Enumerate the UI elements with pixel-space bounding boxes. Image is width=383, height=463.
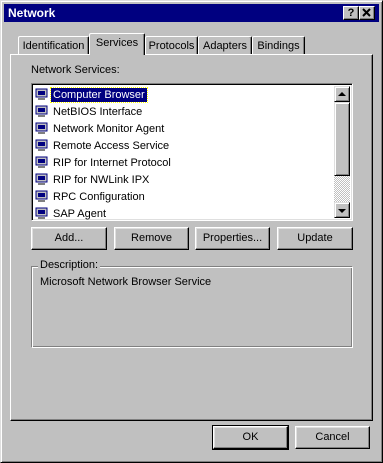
tab-services[interactable]: Services [89,33,145,55]
list-item[interactable]: RPC Configuration [35,189,335,205]
list-item[interactable]: RIP for Internet Protocol [35,155,335,171]
tab-bindings[interactable]: Bindings [252,36,305,55]
network-service-icon [35,173,48,185]
description-group: Description: Microsoft Network Browser S… [31,259,353,348]
network-service-icon [35,88,48,100]
list-item[interactable]: Remote Access Service [35,138,335,154]
add-button[interactable]: Add... [31,227,107,250]
scroll-down-button[interactable] [334,202,350,218]
list-item[interactable]: Computer Browser [35,87,335,103]
remove-button[interactable]: Remove [114,227,189,250]
title-bar[interactable]: Network ? [4,4,379,22]
network-service-icon [35,122,48,134]
network-service-icon [35,105,48,117]
list-item-label: NetBIOS Interface [53,106,143,118]
list-item-label: Remote Access Service [53,140,170,152]
description-legend: Description: [38,259,101,271]
ok-button[interactable]: OK [212,425,289,450]
network-services-list[interactable]: Computer Browser NetBIOS Interface Netwo… [31,83,353,221]
properties-button[interactable]: Properties... [195,227,270,250]
arrow-up-icon [338,92,346,96]
network-service-icon [35,190,48,202]
network-service-icon [35,156,48,168]
cancel-button[interactable]: Cancel [295,426,370,449]
network-service-icon [35,139,48,151]
list-item[interactable]: RIP for NWLink IPX [35,172,335,188]
network-service-icon [35,207,48,219]
close-button[interactable] [359,6,375,20]
tab-protocols[interactable]: Protocols [145,36,198,55]
close-icon [362,8,371,17]
help-button[interactable]: ? [343,6,359,20]
list-item[interactable]: Network Monitor Agent [35,121,335,137]
tab-adapters[interactable]: Adapters [198,36,252,55]
list-item-label: Computer Browser [50,87,148,103]
list-item-label: RIP for Internet Protocol [53,157,171,169]
scroll-thumb[interactable] [334,102,350,176]
list-item-label: RPC Configuration [53,191,145,203]
network-dialog: Network ? Identification Services Protoc… [0,0,383,463]
list-item[interactable]: SAP Agent [35,206,335,220]
arrow-down-icon [338,209,346,213]
update-button[interactable]: Update [277,227,353,250]
list-item-label: Network Monitor Agent [53,123,165,135]
list-item[interactable]: NetBIOS Interface [35,104,335,120]
list-scrollbar[interactable] [334,86,350,218]
scroll-up-button[interactable] [334,86,350,102]
list-item-label: RIP for NWLink IPX [53,174,150,186]
list-item-label: SAP Agent [53,208,107,220]
tab-identification[interactable]: Identification [18,36,89,55]
description-text: Microsoft Network Browser Service [40,276,212,288]
window-title: Network [8,6,56,20]
network-services-label: Network Services: [31,64,120,76]
